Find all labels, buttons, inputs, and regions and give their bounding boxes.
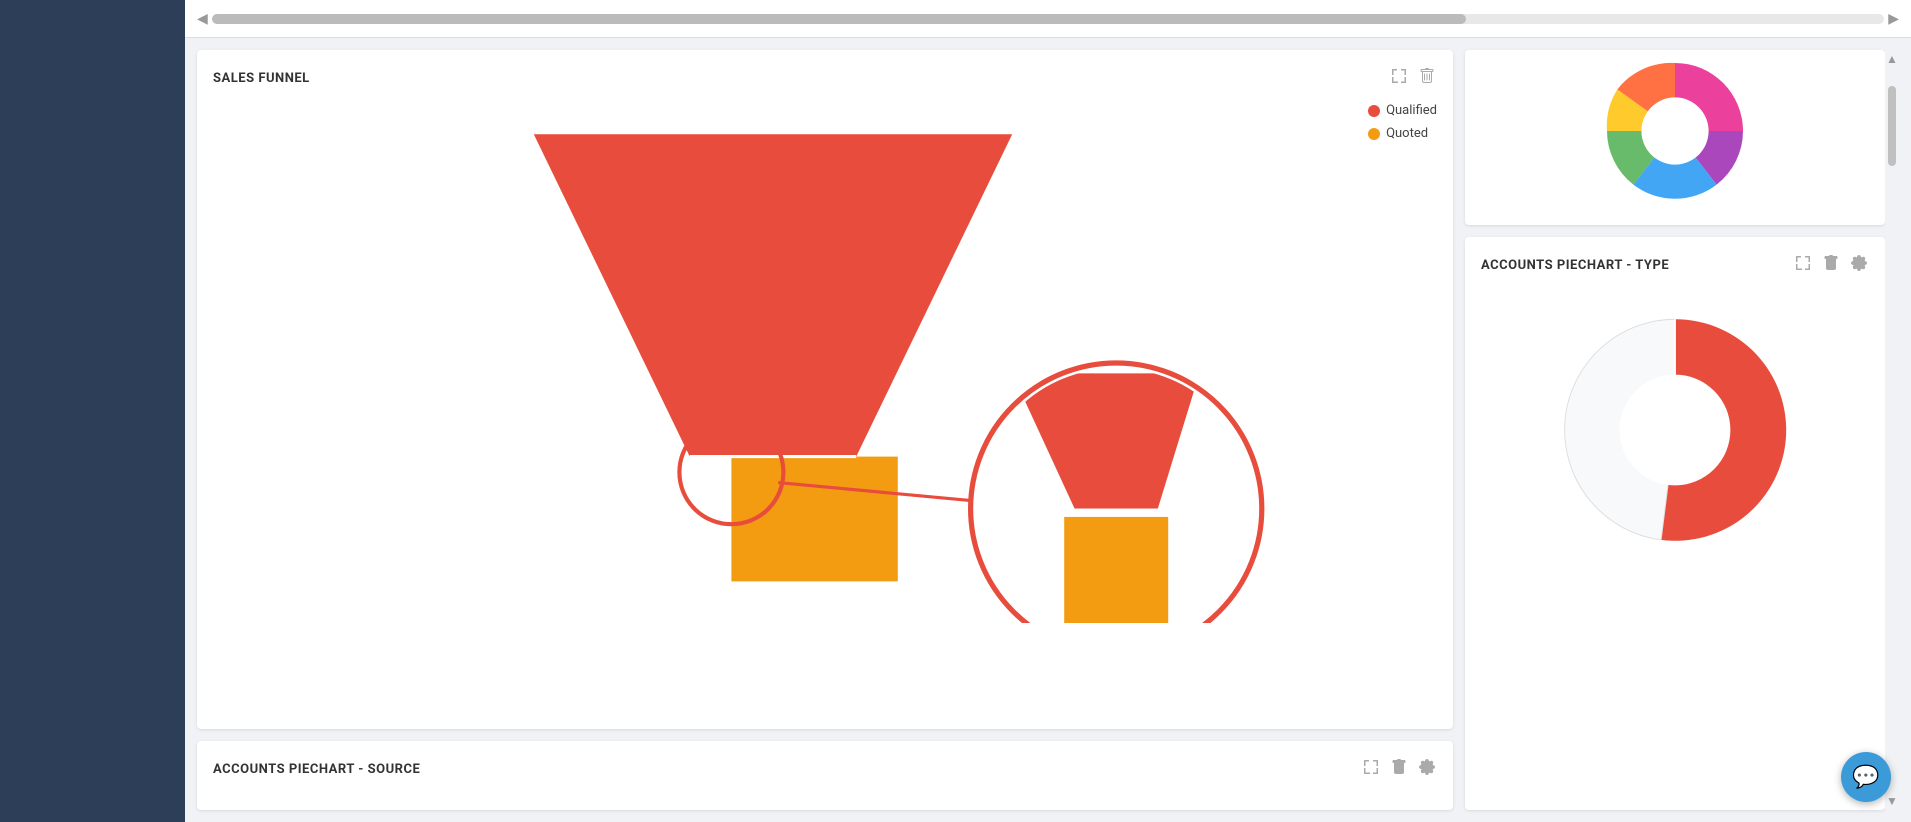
accounts-piechart-type-title: ACCOUNTS PIECHART - TYPE (1481, 258, 1669, 273)
sales-funnel-title: SALES FUNNEL (213, 71, 310, 86)
content-grid: SALES FUNNEL (185, 38, 1911, 822)
top-donut-svg (1595, 51, 1755, 211)
horizontal-scrollbar[interactable]: ◀ ▶ (185, 0, 1911, 38)
scroll-up-arrow[interactable]: ▲ (1886, 52, 1898, 66)
scroll-right-arrow[interactable]: ▶ (1884, 11, 1903, 27)
accounts-type-settings-btn[interactable] (1849, 253, 1869, 278)
left-column: SALES FUNNEL (197, 50, 1453, 810)
type-donut-svg (1555, 310, 1795, 550)
accounts-piechart-source-header: ACCOUNTS PIECHART - SOURCE (213, 757, 1437, 782)
accounts-source-expand-btn[interactable] (1361, 757, 1381, 782)
sidebar (0, 0, 185, 822)
scroll-track[interactable] (212, 14, 1884, 24)
accounts-piechart-type-actions (1793, 253, 1869, 278)
accounts-piechart-type-card: ACCOUNTS PIECHART - TYPE (1465, 237, 1885, 810)
right-column: ACCOUNTS PIECHART - TYPE (1465, 50, 1885, 810)
piechart-top-card (1465, 50, 1885, 225)
sales-funnel-card: SALES FUNNEL (197, 50, 1453, 729)
scrollbar-thumb[interactable] (1888, 86, 1896, 166)
funnel-qualified-shape (534, 134, 1012, 456)
accounts-source-delete-btn[interactable] (1389, 757, 1409, 782)
scroll-thumb (212, 14, 1466, 24)
type-donut-container (1481, 290, 1869, 570)
funnel-svg (213, 103, 1437, 623)
top-donut-container (1481, 66, 1869, 196)
chat-button[interactable]: 💬 (1841, 752, 1891, 802)
scroll-down-arrow[interactable]: ▼ (1886, 794, 1898, 808)
accounts-piechart-source-card: ACCOUNTS PIECHART - SOURCE (197, 741, 1453, 810)
main-content: ◀ ▶ SALES FUNNEL (185, 0, 1911, 822)
accounts-piechart-type-header: ACCOUNTS PIECHART - TYPE (1481, 253, 1869, 278)
sales-funnel-actions (1389, 66, 1437, 91)
funnel-chart-area: Qualified Quoted (213, 103, 1437, 623)
vertical-scrollbar[interactable]: ▲ ▼ (1885, 50, 1899, 810)
accounts-piechart-source-title: ACCOUNTS PIECHART - SOURCE (213, 762, 420, 777)
accounts-type-delete-btn[interactable] (1821, 253, 1841, 278)
accounts-source-settings-btn[interactable] (1417, 757, 1437, 782)
accounts-piechart-source-actions (1361, 757, 1437, 782)
sales-funnel-expand-btn[interactable] (1389, 66, 1409, 91)
accounts-type-expand-btn[interactable] (1793, 253, 1813, 278)
scroll-left-arrow[interactable]: ◀ (193, 11, 212, 27)
sales-funnel-delete-btn[interactable] (1417, 66, 1437, 91)
sales-funnel-header: SALES FUNNEL (213, 66, 1437, 91)
chat-icon: 💬 (1852, 765, 1879, 790)
